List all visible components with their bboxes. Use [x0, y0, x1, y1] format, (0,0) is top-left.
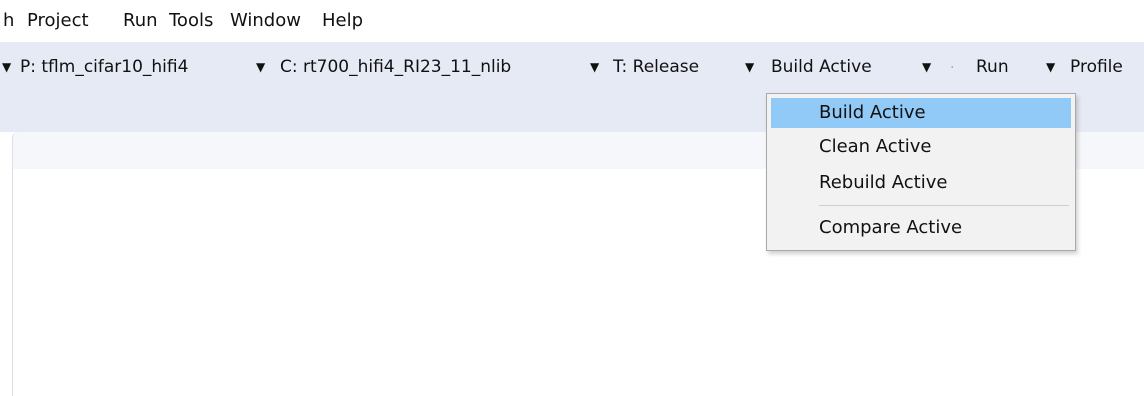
- project-selector[interactable]: P: tflm_cifar10_hifi4: [20, 54, 188, 80]
- ide-window: h Project Run Tools Window Help ▼ P: tfl…: [0, 0, 1144, 396]
- build-active-button[interactable]: Build Active: [771, 54, 872, 80]
- build-dropdown-menu: Build Active Clean Active Rebuild Active…: [766, 93, 1076, 251]
- menu-run[interactable]: Run: [123, 9, 158, 33]
- menu-project[interactable]: Project: [27, 9, 89, 33]
- menu-item-build-active[interactable]: Build Active: [771, 98, 1071, 128]
- menu-item-compare-active[interactable]: Compare Active: [771, 213, 1071, 243]
- run-dropdown-arrow-icon[interactable]: ▼: [1046, 56, 1055, 78]
- build-dropdown-arrow-icon[interactable]: ▼: [922, 56, 931, 78]
- menu-window[interactable]: Window: [230, 9, 301, 33]
- toolbar-separator: .: [950, 56, 955, 72]
- menu-item-rebuild-active[interactable]: Rebuild Active: [771, 168, 1071, 198]
- target-dropdown-arrow-icon[interactable]: ▼: [745, 56, 754, 78]
- menu-search[interactable]: h: [3, 9, 14, 33]
- profile-button[interactable]: Profile: [1070, 54, 1123, 80]
- config-selector[interactable]: C: rt700_hifi4_RI23_11_nlib: [280, 54, 511, 80]
- menu-item-clean-active[interactable]: Clean Active: [771, 132, 1071, 162]
- chevron-down-icon[interactable]: ▼: [2, 56, 11, 78]
- menu-bar: h Project Run Tools Window Help: [0, 0, 1144, 42]
- menu-tools[interactable]: Tools: [169, 9, 213, 33]
- config-dropdown-arrow-icon[interactable]: ▼: [590, 56, 599, 78]
- run-button[interactable]: Run: [976, 54, 1009, 80]
- menu-help[interactable]: Help: [322, 9, 363, 33]
- project-dropdown-arrow-icon[interactable]: ▼: [256, 56, 265, 78]
- menu-separator: [819, 205, 1069, 206]
- target-selector[interactable]: T: Release: [613, 54, 699, 80]
